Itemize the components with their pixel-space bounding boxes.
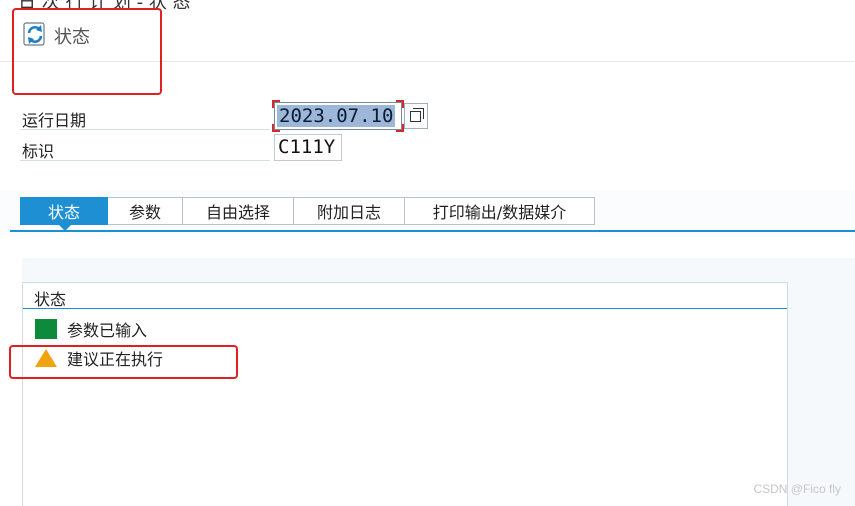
annotation-box-status-item (9, 345, 238, 379)
identifier-label: 标识 (22, 142, 55, 161)
run-date-input[interactable]: 2023.07.10 (272, 100, 404, 132)
run-date-label: 运行日期 (22, 111, 87, 130)
watermark: CSDN @Fico fly (753, 482, 841, 496)
tab-underline (10, 230, 855, 232)
tab-bar: 状态 参数 自由选择 附加日志 打印输出/数据媒介 (20, 197, 595, 231)
annotation-box-toolbar (12, 8, 162, 95)
divider (20, 129, 270, 130)
status-item-text: 参数已输入 (67, 321, 148, 340)
green-square-icon (35, 319, 57, 339)
focus-corner (396, 124, 404, 132)
identifier-field[interactable]: C111Y (274, 134, 342, 161)
focus-corner (396, 100, 404, 108)
tab-additional-log[interactable]: 附加日志 (294, 197, 405, 225)
tab-free-selection[interactable]: 自由选择 (183, 197, 294, 225)
tab-status[interactable]: 状态 (20, 197, 108, 231)
focus-corner (272, 124, 280, 132)
status-panel-header: 状态 (23, 283, 787, 309)
tab-parameters[interactable]: 参数 (108, 197, 183, 225)
divider (20, 160, 270, 161)
status-panel-title: 状态 (34, 290, 67, 309)
run-date-value: 2023.07.10 (277, 105, 396, 127)
identifier-row: 标识 (20, 135, 400, 161)
status-item: 参数已输入 (35, 316, 147, 342)
focus-corner (272, 100, 280, 108)
status-panel: 状态 参数已输入 建议正在执行 (22, 282, 788, 506)
tab-print-output[interactable]: 打印输出/数据媒介 (405, 197, 595, 225)
value-help-button[interactable] (404, 103, 428, 129)
